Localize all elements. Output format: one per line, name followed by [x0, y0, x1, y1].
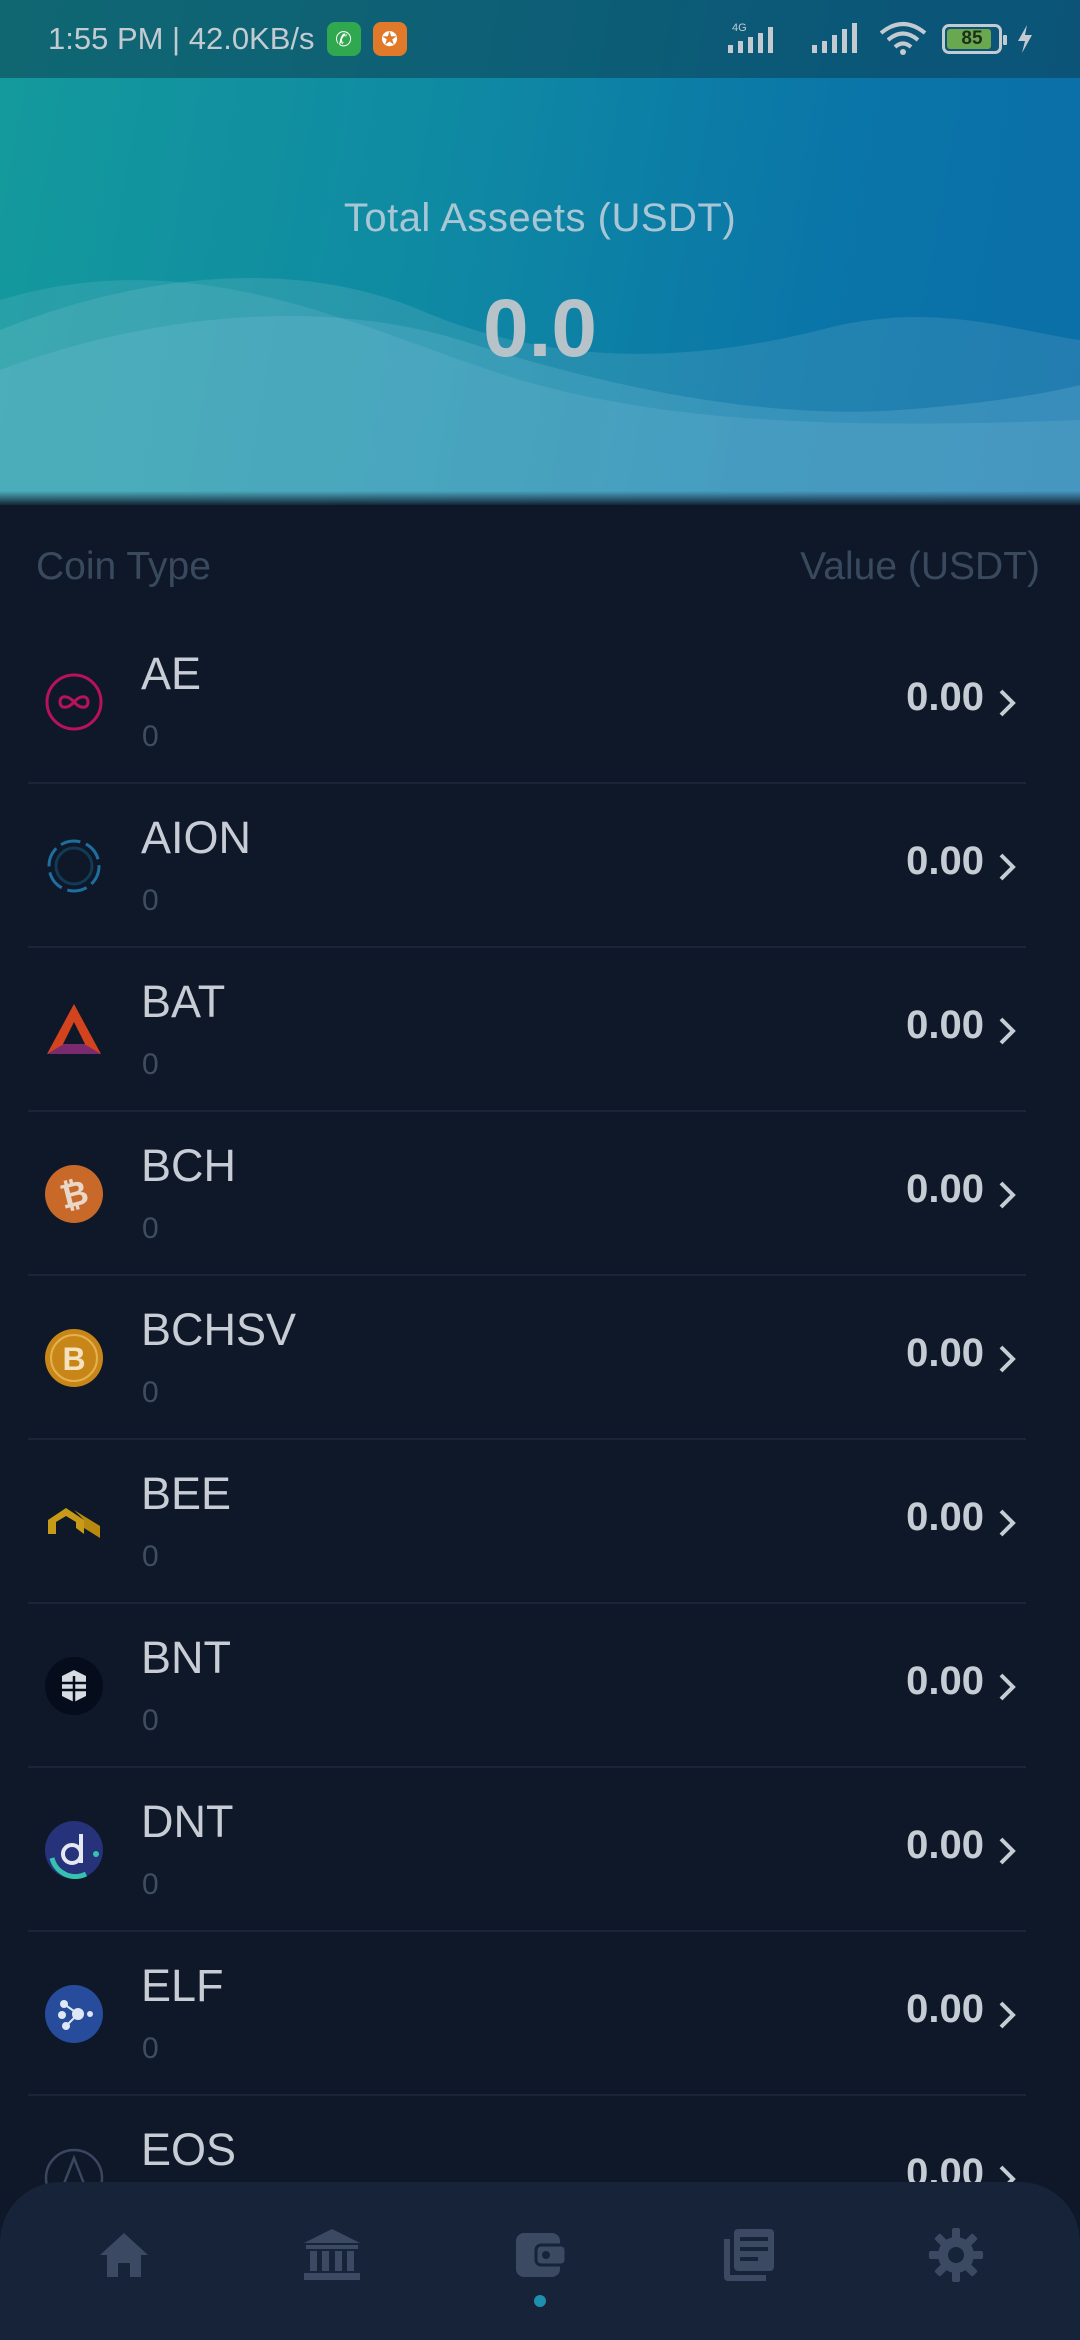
chevron-right-icon [999, 1509, 1016, 1537]
aion-icon [47, 839, 101, 893]
coin-amount: 0 [142, 1212, 159, 1245]
coin-row-bnt[interactable]: BNT 0 0.00 [28, 1604, 1026, 1768]
coin-list: AE 0 0.00 AION 0 0.00 BAT 0 0.00 ₿ BCH 0 [28, 620, 1026, 2260]
news-icon [724, 2229, 774, 2281]
coin-value: 0.00 [906, 1167, 984, 1211]
coin-row-dnt[interactable]: DNT 0 0.00 [28, 1768, 1026, 1932]
home-icon [100, 2233, 148, 2277]
coin-symbol: AE [141, 648, 202, 699]
coin-row-bch[interactable]: ₿ BCH 0 0.00 [28, 1112, 1026, 1276]
coin-amount: 0 [142, 1376, 159, 1409]
coin-symbol: BCH [141, 1140, 237, 1191]
chevron-right-icon [999, 689, 1016, 717]
active-tab-indicator [534, 2295, 546, 2307]
coin-amount: 0 [142, 1540, 159, 1573]
coin-row-elf[interactable]: ELF 0 0.00 [28, 1932, 1026, 2096]
bchsv-icon: B [45, 1329, 103, 1387]
coin-row-bee[interactable]: BEE 0 0.00 [28, 1440, 1026, 1604]
bat-icon [47, 1004, 101, 1054]
chevron-right-icon [999, 1837, 1016, 1865]
coin-symbol: DNT [141, 1796, 234, 1847]
battery-icon: 85 [942, 24, 1007, 54]
chevron-right-icon [999, 2001, 1016, 2029]
nav-news[interactable] [688, 2195, 808, 2315]
bch-icon: ₿ [45, 1165, 103, 1223]
list-column-headers: Coin Type Value (USDT) [36, 545, 1040, 589]
total-assets-label: Total Asseets (USDT) [343, 196, 737, 240]
coin-value: 0.00 [906, 1659, 984, 1703]
coin-amount: 0 [142, 1868, 159, 1901]
coin-symbol: BAT [141, 976, 226, 1027]
wifi-icon [879, 22, 927, 55]
whatsapp-icon: ✆ [326, 22, 361, 56]
nav-settings[interactable] [896, 2195, 1016, 2315]
nav-home[interactable] [64, 2195, 184, 2315]
coin-value: 0.00 [906, 1987, 984, 2031]
wallet-icon [516, 2233, 568, 2277]
coin-symbol: EOS [141, 2124, 237, 2175]
bank-icon [304, 2229, 360, 2280]
coin-amount: 0 [142, 884, 159, 917]
coin-value: 0.00 [906, 1003, 984, 1047]
chevron-right-icon [999, 853, 1016, 881]
coin-symbol: BCHSV [141, 1304, 297, 1355]
bottom-navigation [0, 2182, 1080, 2340]
district0x-icon [45, 1821, 103, 1879]
coin-value: 0.00 [906, 1495, 984, 1539]
aelf-icon [45, 1985, 103, 2043]
battery-level: 85 [961, 28, 983, 49]
coin-symbol: ELF [141, 1960, 224, 2011]
coin-amount: 0 [142, 2032, 159, 2065]
coin-row-bat[interactable]: BAT 0 0.00 [28, 948, 1026, 1112]
nav-wallet[interactable] [480, 2195, 600, 2315]
svg-text:4G: 4G [732, 22, 747, 34]
coin-amount: 0 [142, 1048, 159, 1081]
aeternity-icon [45, 673, 103, 731]
value-header: Value (USDT) [800, 545, 1040, 588]
coin-row-aion[interactable]: AION 0 0.00 [28, 784, 1026, 948]
nav-bank[interactable] [272, 2195, 392, 2315]
settings-icon [929, 2228, 983, 2282]
cellular-signal-2-icon [812, 23, 857, 53]
total-assets-value: 0.0 [483, 283, 597, 374]
coin-symbol: BNT [141, 1632, 231, 1683]
coin-amount: 0 [142, 720, 159, 753]
notification-app-icon: ✪ [372, 22, 407, 56]
coin-value: 0.00 [906, 675, 984, 719]
assets-header: 1:55 PM | 42.0KB/s ✆ ✪ 4G 85 Total Assee… [0, 0, 1080, 505]
chevron-right-icon [999, 1181, 1016, 1209]
coin-symbol: BEE [141, 1468, 232, 1519]
bancor-icon [45, 1657, 103, 1715]
bee-icon [48, 1508, 100, 1538]
coin-type-header: Coin Type [36, 545, 211, 588]
charging-icon [1018, 25, 1032, 53]
status-bar: 1:55 PM | 42.0KB/s ✆ ✪ 4G 85 [0, 0, 1080, 78]
chevron-right-icon [999, 1673, 1016, 1701]
svg-text:B: B [62, 1341, 85, 1377]
coin-symbol: AION [141, 812, 252, 863]
coin-row-bchsv[interactable]: B BCHSV 0 0.00 [28, 1276, 1026, 1440]
coin-value: 0.00 [906, 839, 984, 883]
status-time: 1:55 PM | 42.0KB/s [48, 21, 315, 56]
cellular-signal-icon: 4G [728, 22, 773, 53]
chevron-right-icon [999, 1345, 1016, 1373]
coin-amount: 0 [142, 1704, 159, 1737]
coin-value: 0.00 [906, 1331, 984, 1375]
coin-value: 0.00 [906, 1823, 984, 1867]
chevron-right-icon [999, 1017, 1016, 1045]
coin-row-ae[interactable]: AE 0 0.00 [28, 620, 1026, 784]
